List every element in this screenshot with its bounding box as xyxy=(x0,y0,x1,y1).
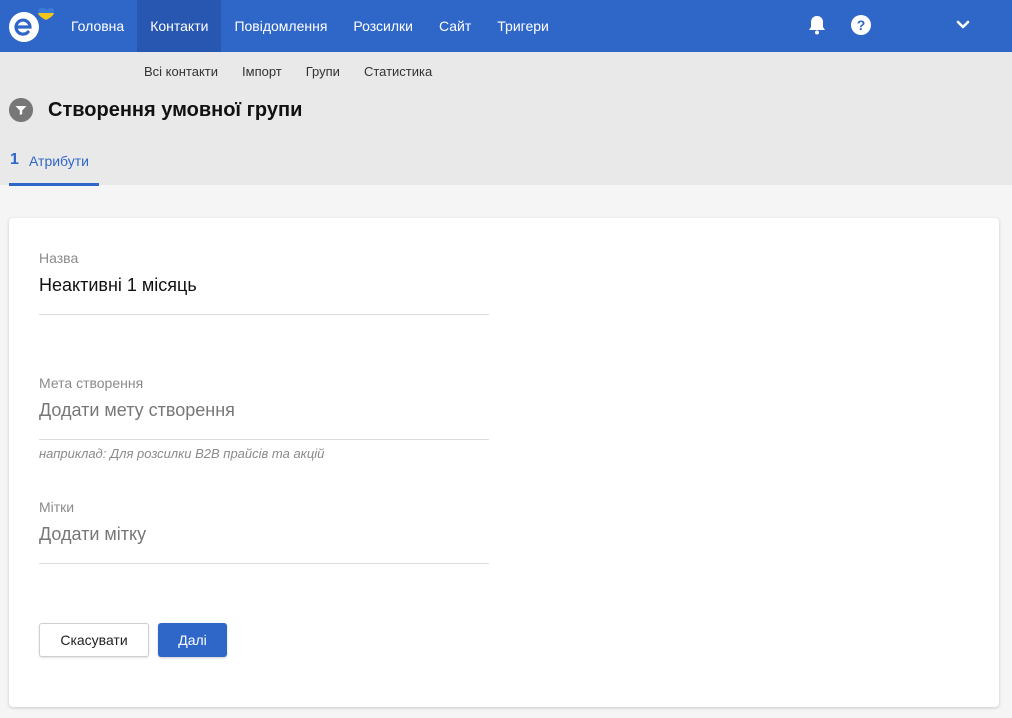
subnav-item-statistics[interactable]: Статистика xyxy=(352,64,444,79)
form-card: Назва Мета створення наприклад: Для розс… xyxy=(9,218,999,707)
subnav-item-import[interactable]: Імпорт xyxy=(230,64,294,79)
nav-item-campaigns[interactable]: Розсилки xyxy=(340,0,426,52)
chevron-down-icon[interactable] xyxy=(952,14,974,36)
subnav-item-groups[interactable]: Групи xyxy=(294,64,352,79)
bell-icon[interactable] xyxy=(806,14,828,36)
tags-field: Мітки xyxy=(39,499,489,564)
name-label: Назва xyxy=(39,250,79,266)
goal-hint: наприклад: Для розсилки B2B прайсів та а… xyxy=(39,446,325,461)
logo-icon[interactable] xyxy=(8,7,54,45)
main-nav: Головна Контакти Повідомлення Розсилки С… xyxy=(58,0,562,52)
goal-underline xyxy=(39,439,489,440)
name-input[interactable] xyxy=(39,272,489,298)
help-icon[interactable]: ? xyxy=(850,14,872,36)
tags-label: Мітки xyxy=(39,499,75,515)
nav-item-triggers[interactable]: Тригери xyxy=(484,0,562,52)
tags-input[interactable] xyxy=(39,521,489,547)
cancel-button[interactable]: Скасувати xyxy=(39,623,149,657)
step-number: 1 xyxy=(10,151,19,168)
nav-item-messages[interactable]: Повідомлення xyxy=(221,0,340,52)
top-navbar: Головна Контакти Повідомлення Розсилки С… xyxy=(0,0,1012,52)
filter-icon xyxy=(9,98,33,122)
goal-field: Мета створення наприклад: Для розсилки B… xyxy=(39,375,489,461)
goal-input[interactable] xyxy=(39,397,489,423)
tags-underline xyxy=(39,563,489,564)
tab-attributes[interactable]: 1 Атрибути xyxy=(9,150,99,186)
svg-text:?: ? xyxy=(857,17,866,33)
page-title: Створення умовної групи xyxy=(48,99,303,121)
nav-item-home[interactable]: Головна xyxy=(58,0,137,52)
name-field: Назва xyxy=(39,250,489,315)
sub-nav: Всі контакти Імпорт Групи Статистика xyxy=(132,64,444,79)
next-button[interactable]: Далі xyxy=(158,623,227,657)
step-label: Атрибути xyxy=(29,153,89,169)
goal-label: Мета створення xyxy=(39,375,144,391)
page-header: Всі контакти Імпорт Групи Статистика Ств… xyxy=(0,52,1012,186)
subnav-item-all-contacts[interactable]: Всі контакти xyxy=(132,64,230,79)
name-underline xyxy=(39,314,489,315)
nav-item-site[interactable]: Сайт xyxy=(426,0,484,52)
nav-item-contacts[interactable]: Контакти xyxy=(137,0,222,52)
